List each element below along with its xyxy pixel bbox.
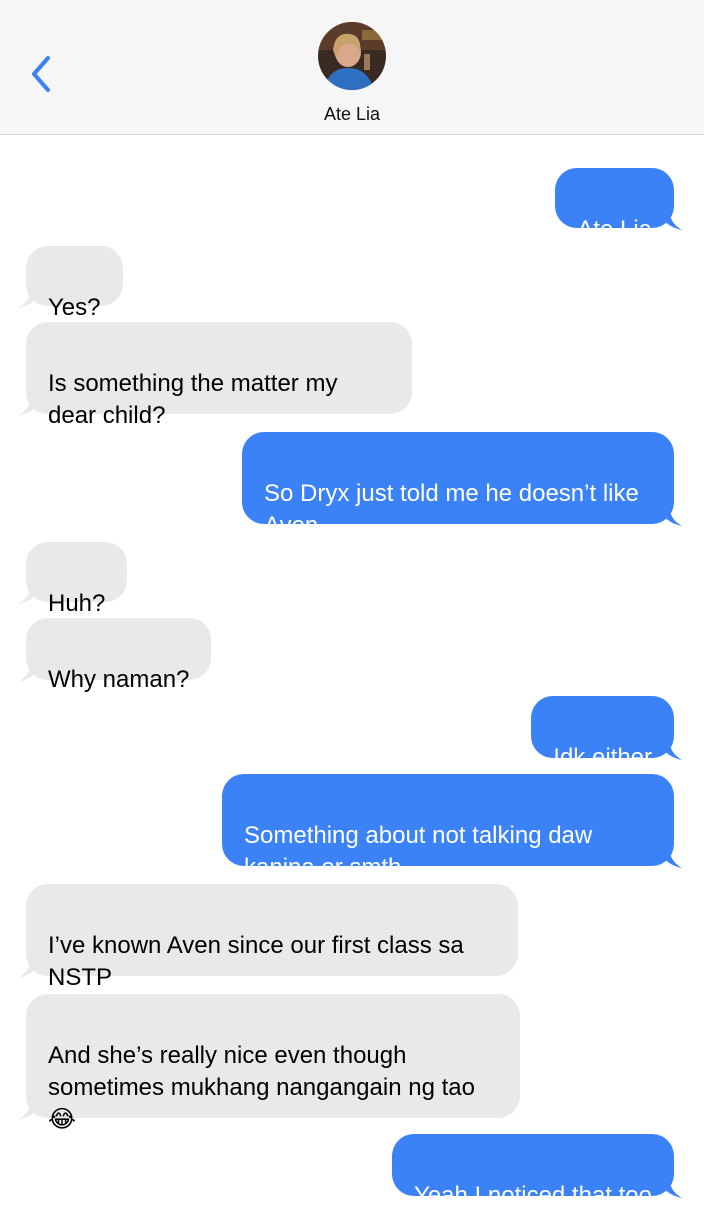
- bubble-tail-icon: [18, 394, 42, 416]
- message-incoming[interactable]: Why naman?: [18, 618, 212, 693]
- bubble-tail-icon: [18, 286, 42, 308]
- bubble-tail-icon: [658, 504, 682, 526]
- message-outgoing[interactable]: Something about not talking daw kanina o…: [222, 774, 682, 881]
- message-thread: Ate Lia Yes? Is something the matter my …: [0, 136, 704, 1209]
- message-text: Yes?: [48, 294, 101, 321]
- message-outgoing[interactable]: Idk either: [531, 696, 682, 771]
- message-outgoing[interactable]: Yeah I noticed that too: [392, 1134, 682, 1209]
- message-text: Is something the matter my dear child?: [48, 370, 338, 429]
- message-text: So Dryx just told me he doesn’t like Ave…: [264, 480, 639, 539]
- message-text: Yeah I noticed that too: [414, 1182, 652, 1209]
- bubble-tail-icon: [658, 738, 682, 760]
- bubble-tail-icon: [658, 846, 682, 868]
- contact-avatar[interactable]: [318, 22, 386, 90]
- bubble-tail-icon: [18, 660, 42, 682]
- bubble-tail-icon: [18, 1098, 42, 1120]
- message-text: Idk either: [553, 744, 652, 771]
- message-incoming[interactable]: Yes?: [18, 246, 123, 321]
- message-text: Why naman?: [48, 666, 190, 693]
- message-text: Ate Lia: [577, 216, 652, 243]
- message-text: I’ve known Aven since our first class sa…: [48, 932, 464, 991]
- conversation-header: Ate Lia: [0, 0, 704, 135]
- message-outgoing[interactable]: Ate Lia: [555, 168, 682, 243]
- message-text: And she’s really nice even though someti…: [48, 1042, 475, 1133]
- message-text: Huh?: [48, 590, 106, 617]
- message-text: Something about not talking daw kanina o…: [244, 822, 593, 881]
- message-incoming[interactable]: I’ve known Aven since our first class sa…: [18, 884, 518, 991]
- bubble-tail-icon: [658, 208, 682, 230]
- message-incoming[interactable]: And she’s really nice even though someti…: [18, 994, 520, 1133]
- bubble-tail-icon: [18, 956, 42, 978]
- bubble-tail-icon: [18, 582, 42, 604]
- bubble-tail-icon: [658, 1176, 682, 1198]
- contact-name[interactable]: Ate Lia: [0, 104, 704, 125]
- message-incoming[interactable]: Is something the matter my dear child?: [18, 322, 412, 429]
- back-chevron-icon[interactable]: [24, 52, 60, 96]
- message-incoming[interactable]: Huh?: [18, 542, 128, 617]
- message-outgoing[interactable]: So Dryx just told me he doesn’t like Ave…: [242, 432, 682, 539]
